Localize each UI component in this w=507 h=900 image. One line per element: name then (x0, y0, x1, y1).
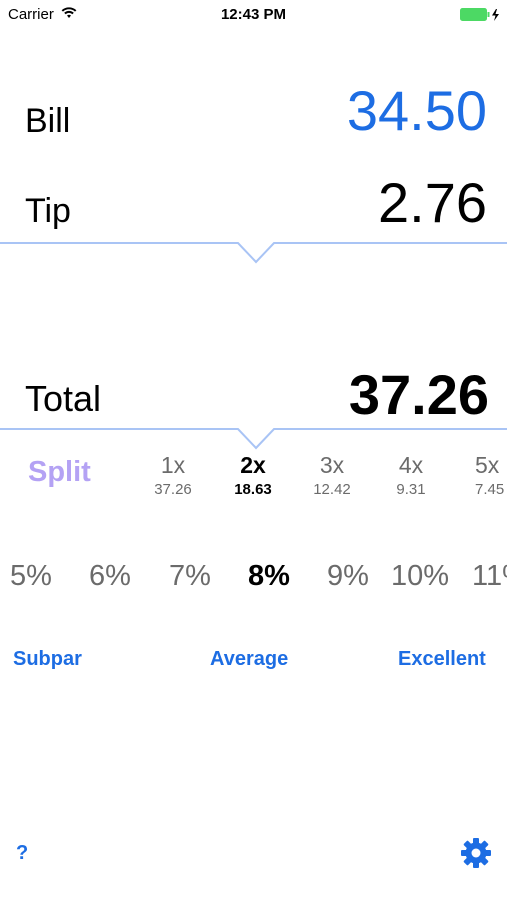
tip-amount: 2.76 (378, 171, 487, 234)
split-option-1x[interactable]: 1x 37.26 (138, 452, 208, 498)
split-multiplier: 2x (240, 452, 266, 478)
tip-percent-7[interactable]: 7% (155, 560, 225, 593)
split-option-5x[interactable]: 5x 7.45 (456, 452, 507, 498)
tip-percent-11[interactable]: 11% (472, 560, 507, 593)
help-button[interactable]: ? (16, 842, 28, 865)
split-multiplier: 3x (319, 452, 345, 478)
tip-label: Tip (25, 192, 71, 230)
tip-percent-5[interactable]: 5% (0, 560, 66, 593)
split-amount: 18.63 (234, 481, 272, 498)
quality-average-button[interactable]: Average (210, 648, 288, 671)
bill-label: Bill (25, 102, 71, 140)
split-amount: 37.26 (154, 481, 192, 498)
split-label: Split (28, 456, 91, 488)
status-bar: Carrier 12:43 PM (0, 0, 507, 30)
gear-icon[interactable] (459, 836, 493, 870)
quality-subpar-button[interactable]: Subpar (13, 648, 82, 671)
total-amount: 37.26 (348, 363, 489, 426)
split-amount: 12.42 (313, 481, 351, 498)
split-option-2x[interactable]: 2x 18.63 (218, 452, 288, 498)
split-multiplier: 5x (475, 452, 500, 478)
bill-amount-input[interactable]: 34.50 (347, 78, 487, 143)
tip-percent-10[interactable]: 10% (385, 560, 455, 593)
tip-percent-9[interactable]: 9% (313, 560, 383, 593)
split-multiplier: 4x (398, 452, 424, 478)
tip-divider (0, 242, 507, 264)
total-divider (0, 428, 507, 450)
tip-percent-6[interactable]: 6% (75, 560, 145, 593)
split-option-3x[interactable]: 3x 12.42 (297, 452, 367, 498)
split-amount: 7.45 (475, 481, 505, 498)
split-option-4x[interactable]: 4x 9.31 (376, 452, 446, 498)
tip-percent-8[interactable]: 8% (234, 560, 304, 593)
clock-time: 12:43 PM (220, 6, 287, 23)
total-label: Total (25, 378, 102, 419)
split-amount: 9.31 (396, 481, 426, 498)
battery-icon (460, 8, 499, 21)
quality-excellent-button[interactable]: Excellent (398, 648, 486, 671)
split-multiplier: 1x (160, 452, 186, 478)
